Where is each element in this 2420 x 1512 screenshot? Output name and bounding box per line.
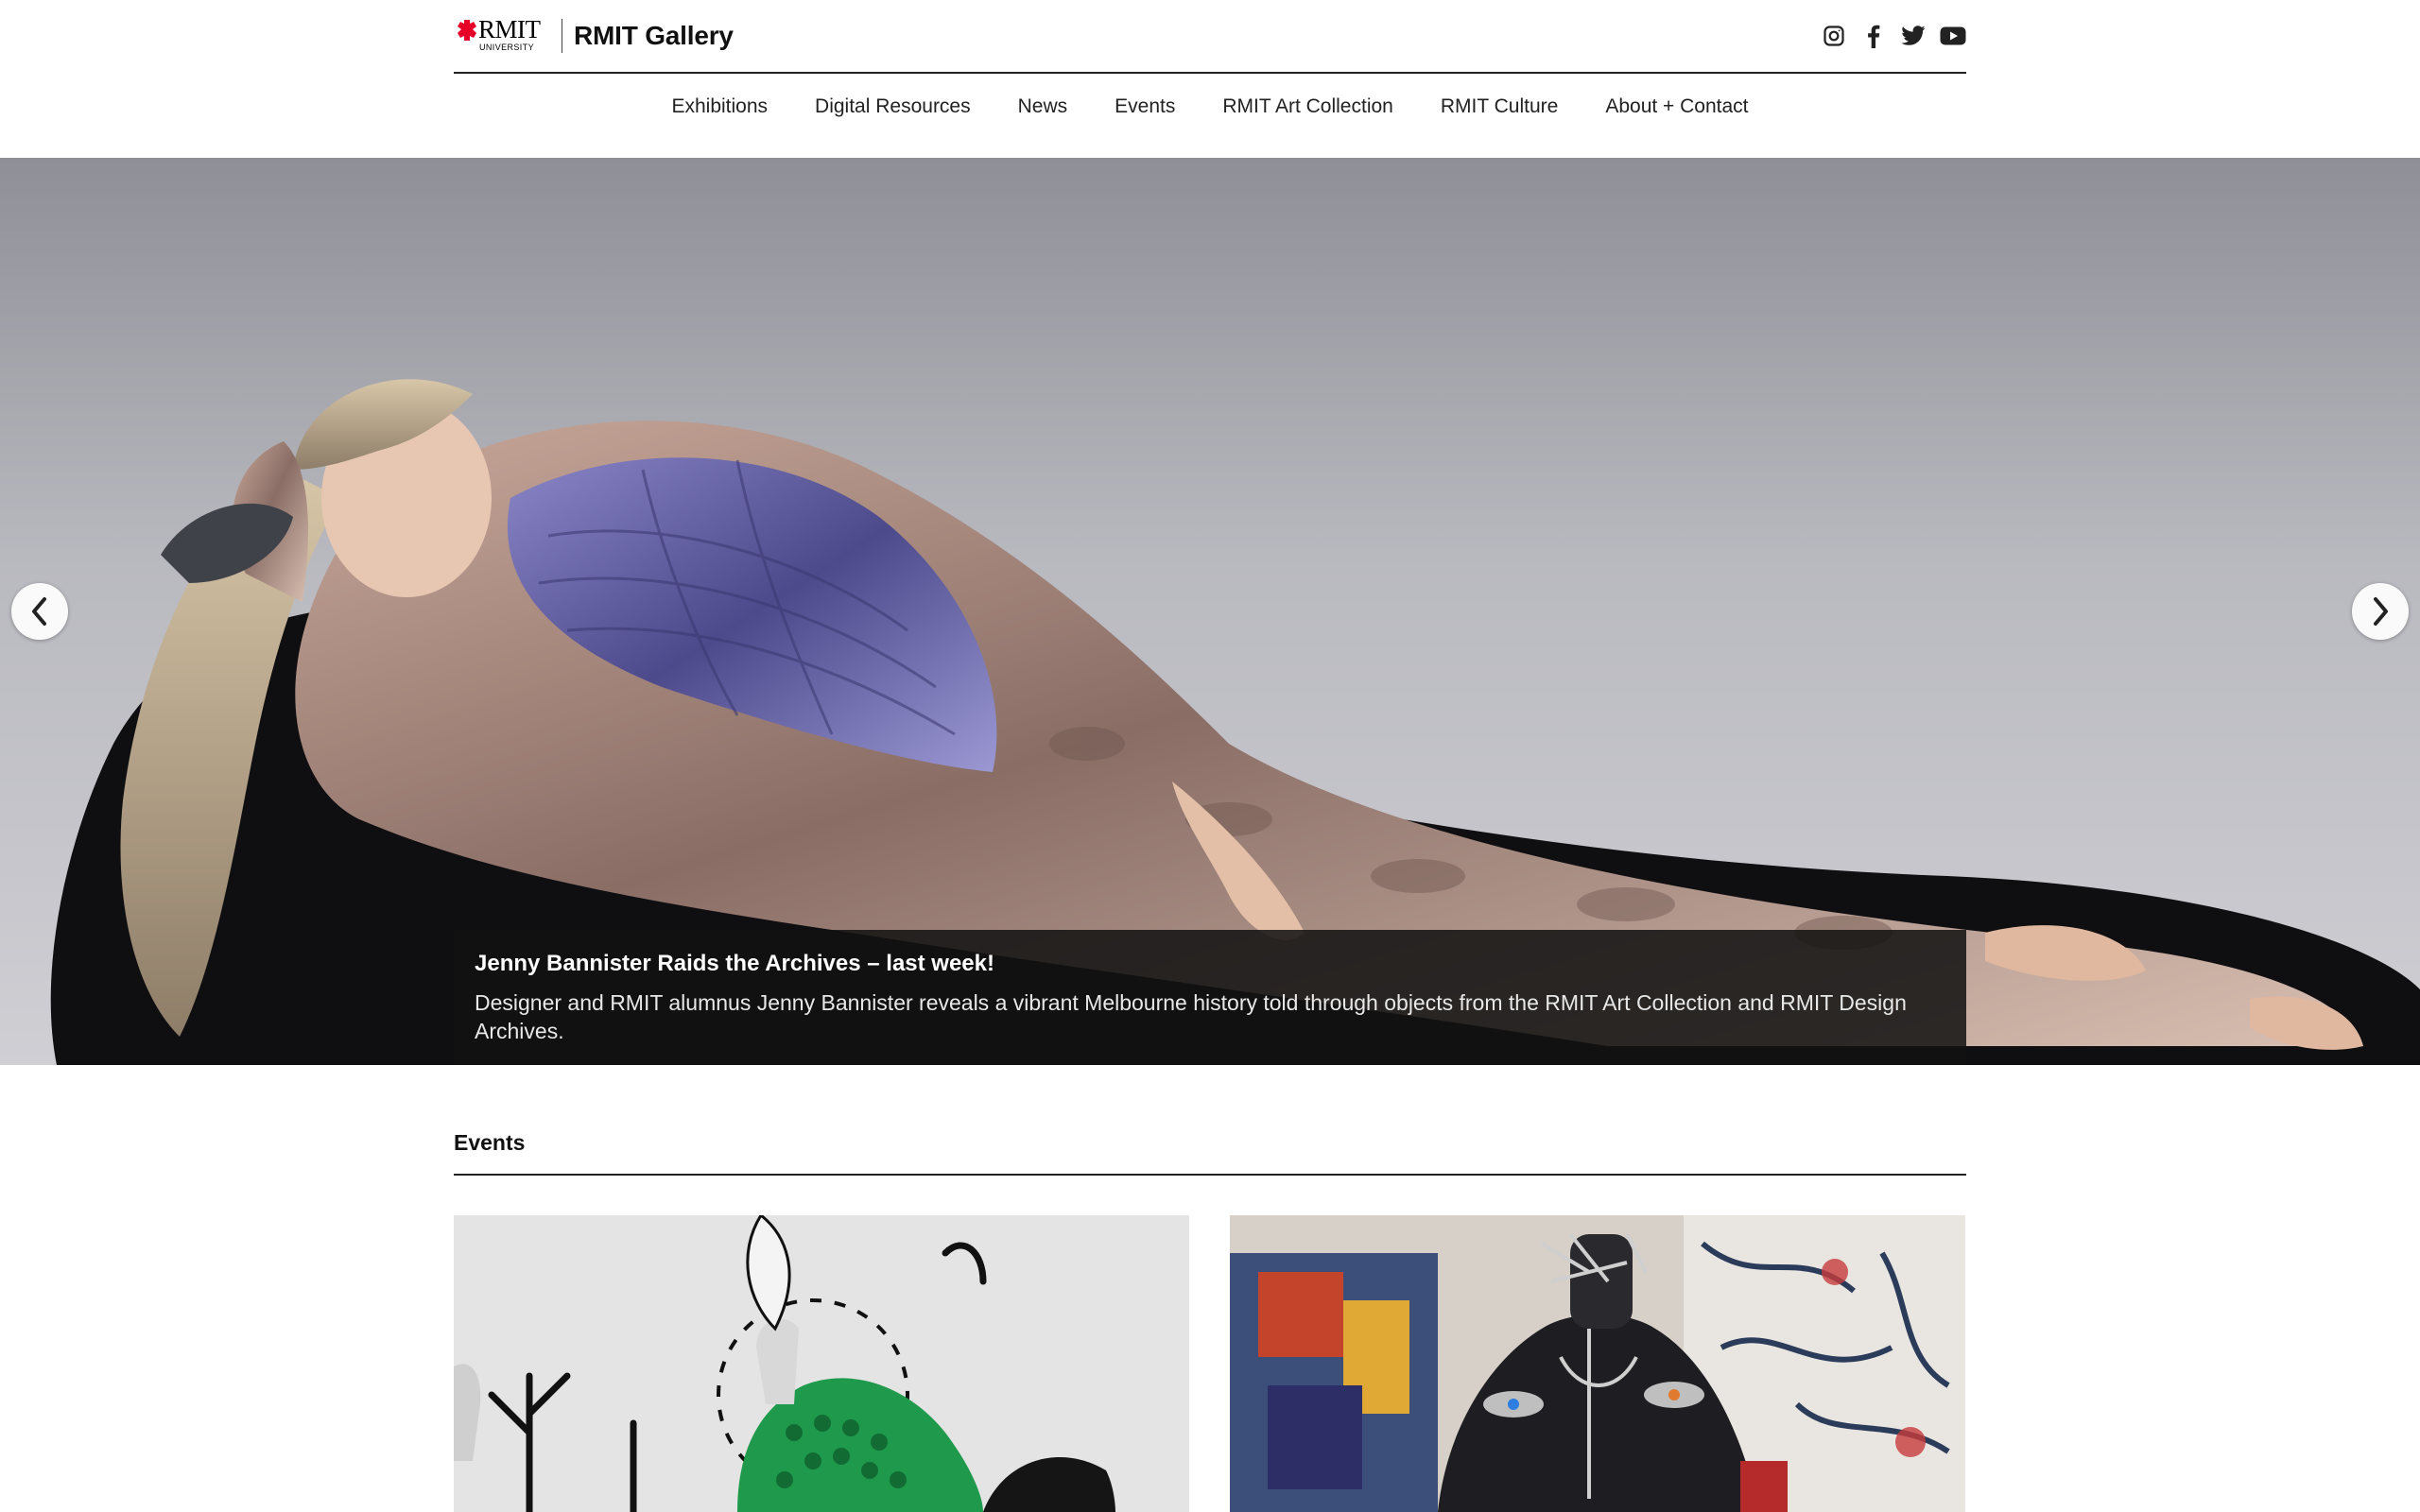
nav-item-digital-resources[interactable]: Digital Resources <box>815 95 971 118</box>
hero-caption[interactable]: Jenny Bannister Raids the Archives – las… <box>454 930 1966 1065</box>
site-header: RMIT UNIVERSITY RMIT Gallery <box>454 0 1966 74</box>
nav-item-events[interactable]: Events <box>1115 95 1175 118</box>
nav-item-news[interactable]: News <box>1018 95 1068 118</box>
chevron-right-icon <box>2374 597 2388 626</box>
nav-item-rmit-art-collection[interactable]: RMIT Art Collection <box>1222 95 1393 118</box>
brand[interactable]: RMIT UNIVERSITY RMIT Gallery <box>454 13 734 59</box>
main-nav: Exhibitions Digital Resources News Event… <box>0 87 2420 127</box>
hero-caption-text: Designer and RMIT alumnus Jenny Banniste… <box>475 990 1907 1043</box>
nav-item-rmit-culture[interactable]: RMIT Culture <box>1441 95 1558 118</box>
logo-wordmark: RMIT <box>478 15 541 43</box>
hero-carousel: Jenny Bannister Raids the Archives – las… <box>0 158 2420 1065</box>
chevron-left-icon <box>32 597 46 626</box>
social-links <box>1821 23 1966 49</box>
carousel-prev-button[interactable] <box>11 583 68 640</box>
hero-caption-title[interactable]: Jenny Bannister Raids the Archives – las… <box>475 951 1945 977</box>
events-heading: Events <box>454 1130 526 1155</box>
facebook-icon[interactable] <box>1860 23 1887 49</box>
event-card-1[interactable] <box>454 1215 1189 1512</box>
rmit-logo[interactable]: RMIT UNIVERSITY <box>454 13 552 59</box>
nav-item-about-contact[interactable]: About + Contact <box>1605 95 1748 118</box>
event-card-2[interactable] <box>1230 1215 1965 1512</box>
twitter-icon[interactable] <box>1900 23 1927 49</box>
hero-image <box>50 379 2420 1065</box>
instagram-icon[interactable] <box>1821 23 1847 49</box>
carousel-next-button[interactable] <box>2352 583 2409 640</box>
events-section-header: Events <box>454 1130 1966 1176</box>
youtube-icon[interactable] <box>1940 23 1966 49</box>
logo-subtitle: UNIVERSITY <box>479 43 535 52</box>
rmit-pixel-icon <box>458 20 476 41</box>
nav-item-exhibitions[interactable]: Exhibitions <box>671 95 768 118</box>
event-card-2-image <box>1230 1215 1965 1512</box>
event-card-1-image <box>454 1215 1189 1512</box>
site-title[interactable]: RMIT Gallery <box>574 21 734 51</box>
